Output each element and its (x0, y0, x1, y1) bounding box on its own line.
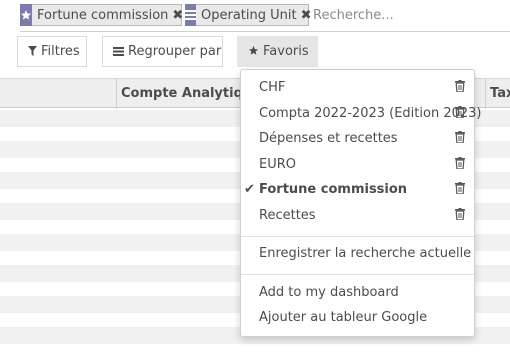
add-to-google-sheet-item[interactable]: Ajouter au tableur Google (241, 306, 474, 328)
trash-icon[interactable] (455, 131, 465, 143)
favorites-dropdown: CHF Compta 2022-2023 (Edition 2023) Dépe… (240, 69, 481, 337)
column-header-tax[interactable]: Tax (490, 79, 510, 109)
trash-icon[interactable] (455, 208, 465, 220)
favorites-button[interactable]: Favoris (237, 36, 318, 67)
favorite-item-label: EURO (259, 156, 296, 172)
favorite-item-label: Dépenses et recettes (259, 130, 398, 146)
search-underline (20, 31, 510, 32)
filters-label: Filtres (41, 44, 80, 59)
add-to-dashboard-item[interactable]: Add to my dashboard (241, 281, 474, 303)
column-separator (116, 79, 117, 109)
save-current-search-label: Enregistrer la recherche actuelle (259, 245, 472, 261)
favorite-item-label: Compta 2022-2023 (Edition 2023) (259, 105, 482, 121)
favorite-item[interactable]: EURO (241, 153, 474, 175)
favorites-label: Favoris (263, 44, 309, 59)
facet-groupby[interactable]: Operating Unit ✖ (185, 4, 312, 26)
menu-divider (241, 236, 474, 237)
menu-divider (241, 274, 474, 275)
trash-icon[interactable] (455, 80, 465, 92)
filter-icon (28, 45, 37, 59)
trash-icon[interactable] (455, 157, 465, 169)
star-icon (248, 45, 259, 59)
favorite-item-label: CHF (259, 79, 286, 95)
group-by-label: Regrouper par (128, 44, 222, 59)
trash-icon[interactable] (455, 182, 465, 194)
trash-icon[interactable] (455, 106, 465, 118)
favorite-item[interactable]: Compta 2022-2023 (Edition 2023) (241, 102, 481, 124)
search-bar: Fortune commission ✖ Operating Unit ✖ (20, 4, 510, 32)
add-to-dashboard-label: Add to my dashboard (259, 284, 399, 300)
list-icon (185, 4, 196, 26)
favorite-item[interactable]: CHF (241, 76, 474, 98)
facet-label: Fortune commission (37, 7, 169, 23)
favorite-item-label: Fortune commission (259, 181, 408, 197)
favorite-item-selected[interactable]: ✔ Fortune commission (241, 178, 474, 200)
facet-favorite[interactable]: Fortune commission ✖ (20, 4, 183, 26)
favorite-item-label: Recettes (259, 207, 316, 223)
bars-icon (113, 45, 124, 59)
facet-label: Operating Unit (201, 7, 297, 23)
favorite-item[interactable]: Dépenses et recettes (241, 127, 474, 149)
star-icon (20, 4, 32, 26)
check-icon: ✔ (244, 181, 255, 197)
favorite-item[interactable]: Recettes (241, 204, 474, 226)
search-input[interactable] (313, 4, 503, 26)
save-current-search-item[interactable]: Enregistrer la recherche actuelle (241, 242, 474, 264)
group-by-button[interactable]: Regrouper par (102, 36, 223, 67)
add-to-google-sheet-label: Ajouter au tableur Google (259, 309, 428, 325)
column-separator (485, 79, 486, 109)
filters-button[interactable]: Filtres (17, 36, 87, 67)
